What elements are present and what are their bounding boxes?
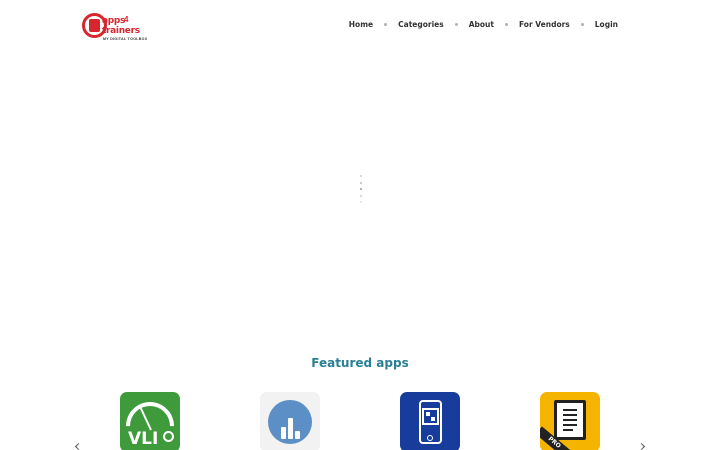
logo-tagline: MY DIGITAL TOOLBOX — [103, 37, 148, 41]
loading-spinner-icon — [358, 175, 364, 203]
gauge-pivot-icon — [163, 431, 174, 442]
main-nav: Home Categories About For Vendors Login — [349, 18, 618, 30]
carousel-next-arrow-icon[interactable] — [637, 442, 646, 450]
featured-app-document-pro[interactable]: PRO — [540, 392, 600, 450]
chart-bar — [288, 418, 293, 439]
logo-word-trainers: trainers — [102, 26, 140, 36]
chart-bar — [295, 431, 300, 439]
nav-separator — [580, 22, 584, 26]
featured-app-qr[interactable] — [400, 392, 460, 450]
carousel-prev-arrow-icon[interactable] — [74, 442, 83, 450]
featured-app-vli[interactable]: VLI — [120, 392, 180, 450]
nav-about[interactable]: About — [469, 20, 494, 29]
vli-label: VLI — [128, 429, 159, 449]
logo-word-apps: apps — [102, 16, 126, 26]
nav-login[interactable]: Login — [595, 20, 618, 29]
featured-apps-heading: Featured apps — [311, 356, 409, 370]
chart-bar — [281, 427, 286, 439]
qr-code-icon — [422, 408, 439, 425]
nav-separator — [384, 22, 388, 26]
document-icon — [554, 400, 586, 440]
phone-home-button-icon — [427, 435, 433, 441]
nav-home[interactable]: Home — [349, 20, 373, 29]
site-header: apps 4 trainers MY DIGITAL TOOLBOX Home … — [0, 0, 720, 50]
featured-app-stats[interactable] — [260, 392, 320, 450]
logo-number: 4 — [124, 15, 129, 24]
nav-categories[interactable]: Categories — [398, 20, 444, 29]
nav-separator — [504, 22, 508, 26]
apps4trainers-logo[interactable]: apps 4 trainers MY DIGITAL TOOLBOX — [82, 13, 154, 41]
nav-for-vendors[interactable]: For Vendors — [519, 20, 570, 29]
nav-separator — [454, 22, 458, 26]
